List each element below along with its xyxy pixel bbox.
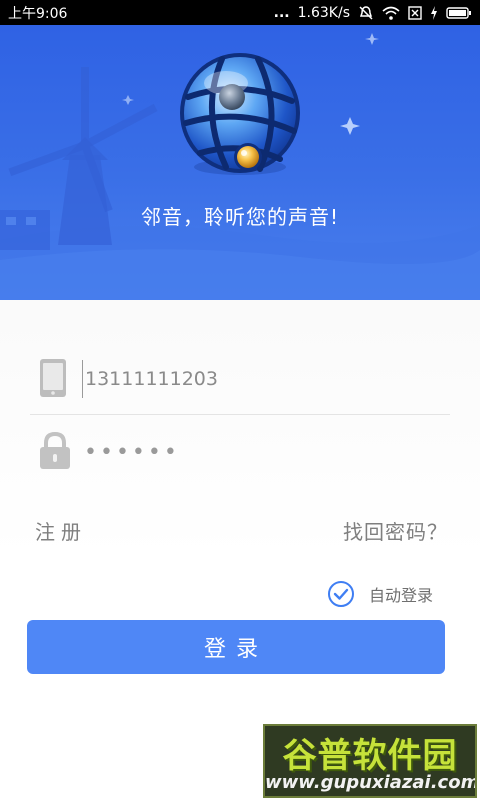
status-indicators: ... 1.63K/s <box>274 5 472 21</box>
auto-login-checkbox[interactable]: 自动登录 <box>327 580 433 608</box>
auto-login-label: 自动登录 <box>369 586 434 605</box>
sim-icon <box>408 5 422 20</box>
status-bar: 上午9:06 ... 1.63K/s <box>0 0 480 25</box>
forgot-password-link[interactable]: 找回密码？ <box>343 516 448 545</box>
battery-icon <box>446 6 471 19</box>
status-dots: ... <box>273 4 290 21</box>
login-screen: 上午9:06 ... 1.63K/s 邻音，聆听您的声音! 1311111120… <box>0 0 480 800</box>
phone-icon <box>40 359 66 397</box>
mute-icon <box>359 5 373 20</box>
check-circle-icon <box>328 581 354 607</box>
watermark-title: 谷普软件园 <box>282 736 458 776</box>
password-row <box>30 417 450 487</box>
watermark-url: www.gupuxiazai.com <box>265 772 477 793</box>
watermark: 谷普软件园 www.gupuxiazai.com <box>263 724 477 798</box>
charging-icon <box>431 5 437 20</box>
password-input[interactable] <box>82 433 444 471</box>
login-button[interactable]: 登录 <box>27 620 445 674</box>
globe-logo-icon <box>180 53 300 175</box>
phone-row <box>30 344 450 415</box>
status-time: 上午9:06 <box>8 5 68 22</box>
wifi-icon <box>382 6 400 20</box>
lock-icon <box>40 432 70 469</box>
phone-number-input[interactable] <box>82 360 445 398</box>
network-speed: 1.63K/s <box>297 4 350 21</box>
app-slogan: 邻音，聆听您的声音! <box>140 205 340 229</box>
header-banner: 邻音，聆听您的声音! <box>0 25 480 300</box>
register-link[interactable]: 注册 <box>35 516 87 545</box>
